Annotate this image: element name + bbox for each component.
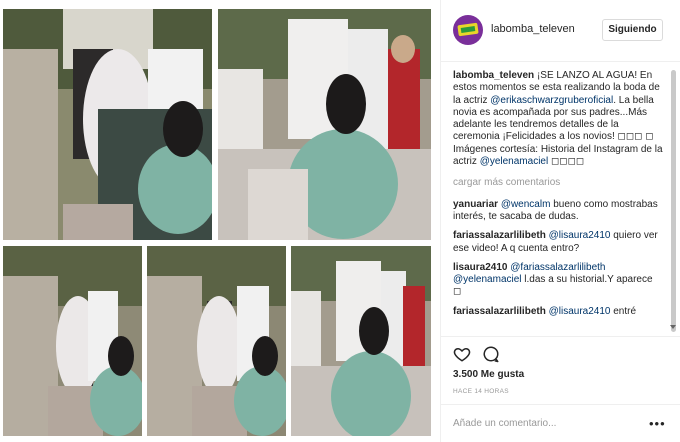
comment-username[interactable]: fariassalazarlilibeth [453, 306, 546, 317]
comment-mention[interactable]: @lisaura2410 [549, 230, 611, 241]
add-comment-bar: Añade un comentario... ••• [441, 404, 680, 442]
comments-scrollbar[interactable] [670, 70, 677, 332]
wedding-photo-2 [218, 9, 431, 240]
wedding-photo-5 [291, 246, 431, 436]
wedding-photo-1 [3, 9, 212, 240]
post-details-panel: labomba_televen Siguiendo labomba_televe… [440, 0, 680, 442]
post-timestamp: HACE 14 HORAS [453, 388, 509, 395]
comment-item: fariassalazarlilibeth @lisaura2410 entré [453, 306, 663, 318]
comment-text: entré [613, 305, 637, 317]
comment-username[interactable]: yanuariar [453, 199, 498, 210]
comment-username[interactable]: fariassalazarlilibeth [453, 230, 546, 241]
caption-username[interactable]: labomba_televen [453, 70, 534, 81]
scrollbar-thumb[interactable] [671, 70, 676, 332]
post-actions [441, 336, 680, 366]
comment-mention[interactable]: @wencalm [501, 199, 551, 210]
likes-count[interactable]: 3.500 Me gusta [453, 369, 524, 380]
following-button[interactable]: Siguiendo [602, 19, 663, 41]
caption-text-4: ◻◻◻◻ [550, 156, 585, 168]
heart-icon[interactable] [453, 345, 471, 363]
photo-collage[interactable] [0, 0, 438, 442]
add-comment-input[interactable]: Añade un comentario... [453, 418, 556, 429]
comment-item: fariassalazarlilibeth @lisaura2410 quier… [453, 230, 663, 255]
comment-item: yanuariar @wencalm bueno como mostrabas … [453, 199, 663, 224]
wedding-photo-4 [147, 246, 286, 436]
comment-mention[interactable]: @lisaura2410 [549, 306, 611, 317]
more-options-icon[interactable]: ••• [649, 416, 666, 431]
comment-username[interactable]: lisaura2410 [453, 262, 508, 273]
post-header: labomba_televen Siguiendo [441, 0, 680, 62]
avatar[interactable] [453, 15, 483, 45]
wedding-photo-3 [3, 246, 142, 436]
scroll-down-arrow-icon[interactable] [670, 325, 676, 329]
caption-mention-1[interactable]: @erikaschwarzgruberoficial [490, 95, 613, 106]
caption-mention-2[interactable]: @yelenamaciel [480, 156, 549, 167]
comment-item: lisaura2410 @fariassalazarlilibeth @yele… [453, 262, 663, 299]
header-username[interactable]: labomba_televen [491, 23, 575, 35]
comments-list[interactable]: labomba_televen ¡SE LANZO AL AGUA! En es… [453, 70, 663, 332]
post-caption: labomba_televen ¡SE LANZO AL AGUA! En es… [453, 70, 663, 168]
comment-icon[interactable] [482, 345, 500, 363]
load-more-comments-link[interactable]: cargar más comentarios [453, 177, 663, 189]
